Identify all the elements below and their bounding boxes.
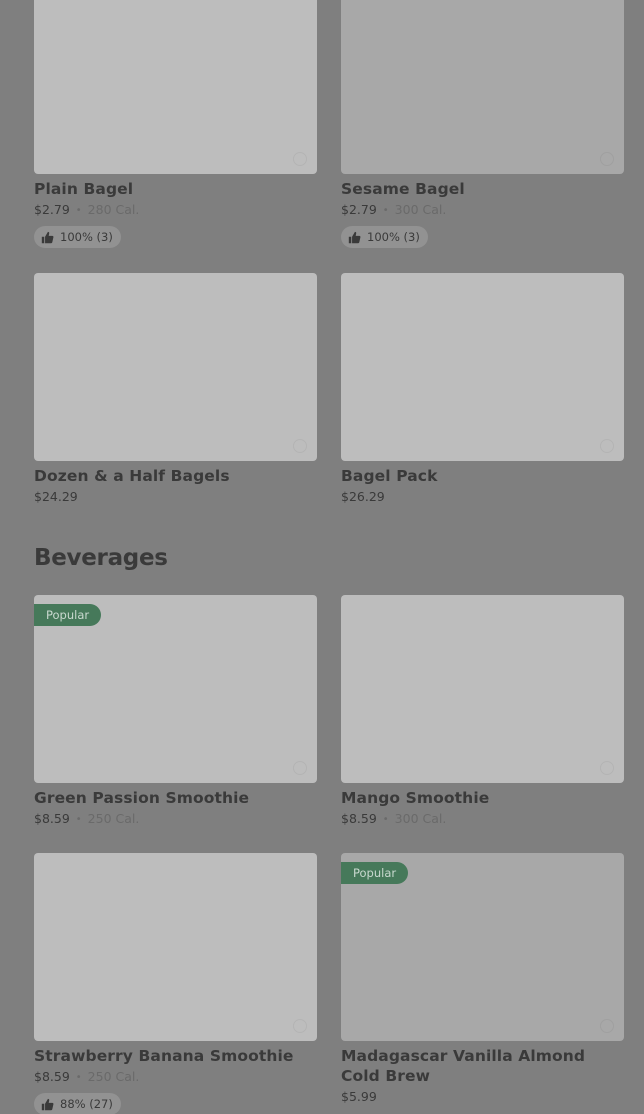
rating-text: 88% (27) bbox=[60, 1097, 113, 1111]
menu-item-green-passion-smoothie[interactable]: Popular Green Passion Smoothie $8.59 • 2… bbox=[34, 595, 317, 830]
item-price: $2.79 bbox=[34, 202, 70, 217]
item-name: Bagel Pack bbox=[341, 467, 438, 485]
corner-mark bbox=[293, 152, 307, 166]
corner-mark bbox=[293, 1019, 307, 1033]
meta-separator: • bbox=[75, 1072, 82, 1083]
item-name: Mango Smoothie bbox=[341, 789, 490, 807]
menu-item-bagel-pack[interactable]: Bagel Pack $26.29 bbox=[341, 273, 624, 506]
rating-badge: 100% (3) bbox=[341, 226, 428, 248]
item-price: $8.59 bbox=[341, 811, 377, 826]
item-image[interactable]: Popular bbox=[341, 853, 624, 1041]
item-meta: $24.29 bbox=[34, 488, 317, 506]
corner-mark bbox=[600, 1019, 614, 1033]
section-title-beverages: Beverages bbox=[34, 545, 168, 571]
corner-mark bbox=[600, 761, 614, 775]
item-image[interactable]: Popular bbox=[34, 595, 317, 783]
item-price: $26.29 bbox=[341, 489, 385, 504]
item-image[interactable] bbox=[341, 595, 624, 783]
meta-separator: • bbox=[75, 205, 82, 216]
thumbs-up-icon bbox=[41, 1098, 54, 1110]
item-name: Dozen & a Half Bagels bbox=[34, 467, 230, 485]
menu-item-madagascar-vanilla-almond-cold-brew[interactable]: Popular Madagascar Vanilla Almond Cold B… bbox=[341, 853, 624, 1106]
item-meta: $2.79 • 280 Cal. bbox=[34, 201, 317, 221]
item-calories: 250 Cal. bbox=[87, 811, 140, 826]
rating-text: 100% (3) bbox=[367, 230, 420, 244]
item-image[interactable] bbox=[34, 0, 317, 174]
item-meta: $26.29 bbox=[341, 488, 624, 506]
menu-item-strawberry-banana-smoothie[interactable]: Strawberry Banana Smoothie $8.59 • 250 C… bbox=[34, 853, 317, 1114]
thumbs-up-icon bbox=[348, 231, 361, 243]
item-meta: $8.59 • 250 Cal. bbox=[34, 810, 317, 830]
corner-mark bbox=[293, 761, 307, 775]
item-image[interactable] bbox=[34, 273, 317, 461]
item-calories: 280 Cal. bbox=[87, 202, 140, 217]
popular-badge: Popular bbox=[341, 862, 409, 884]
item-image[interactable] bbox=[34, 853, 317, 1041]
meta-separator: • bbox=[382, 814, 389, 825]
item-calories: 250 Cal. bbox=[87, 1069, 140, 1084]
item-meta: $5.99 bbox=[341, 1088, 624, 1106]
menu-item-sesame-bagel[interactable]: Sesame Bagel $2.79 • 300 Cal. 100% (3) bbox=[341, 0, 624, 248]
corner-mark bbox=[600, 152, 614, 166]
item-price: $2.79 bbox=[341, 202, 377, 217]
item-meta: $8.59 • 250 Cal. bbox=[34, 1068, 317, 1088]
item-name: Sesame Bagel bbox=[341, 180, 465, 198]
item-calories: 300 Cal. bbox=[394, 811, 447, 826]
item-name: Plain Bagel bbox=[34, 180, 134, 198]
item-price: $8.59 bbox=[34, 811, 70, 826]
item-image[interactable] bbox=[341, 273, 624, 461]
menu-item-plain-bagel[interactable]: Plain Bagel $2.79 • 280 Cal. 100% (3) bbox=[34, 0, 317, 248]
item-name: Strawberry Banana Smoothie bbox=[34, 1047, 294, 1065]
corner-mark bbox=[600, 439, 614, 453]
item-name: Green Passion Smoothie bbox=[34, 789, 250, 807]
meta-separator: • bbox=[382, 205, 389, 216]
item-price: $8.59 bbox=[34, 1069, 70, 1084]
item-meta: $2.79 • 300 Cal. bbox=[341, 201, 624, 221]
corner-mark bbox=[293, 439, 307, 453]
popular-badge: Popular bbox=[34, 604, 102, 626]
rating-text: 100% (3) bbox=[60, 230, 113, 244]
menu-item-dozen-half-bagels[interactable]: Dozen & a Half Bagels $24.29 bbox=[34, 273, 317, 506]
item-calories: 300 Cal. bbox=[394, 202, 447, 217]
item-meta: $8.59 • 300 Cal. bbox=[341, 810, 624, 830]
rating-badge: 100% (3) bbox=[34, 226, 121, 248]
item-price: $5.99 bbox=[341, 1089, 377, 1104]
item-price: $24.29 bbox=[34, 489, 78, 504]
item-image[interactable] bbox=[341, 0, 624, 174]
rating-badge: 88% (27) bbox=[34, 1093, 121, 1114]
item-name: Madagascar Vanilla Almond Cold Brew bbox=[341, 1047, 586, 1085]
meta-separator: • bbox=[75, 814, 82, 825]
thumbs-up-icon bbox=[41, 231, 54, 243]
menu-item-mango-smoothie[interactable]: Mango Smoothie $8.59 • 300 Cal. bbox=[341, 595, 624, 830]
